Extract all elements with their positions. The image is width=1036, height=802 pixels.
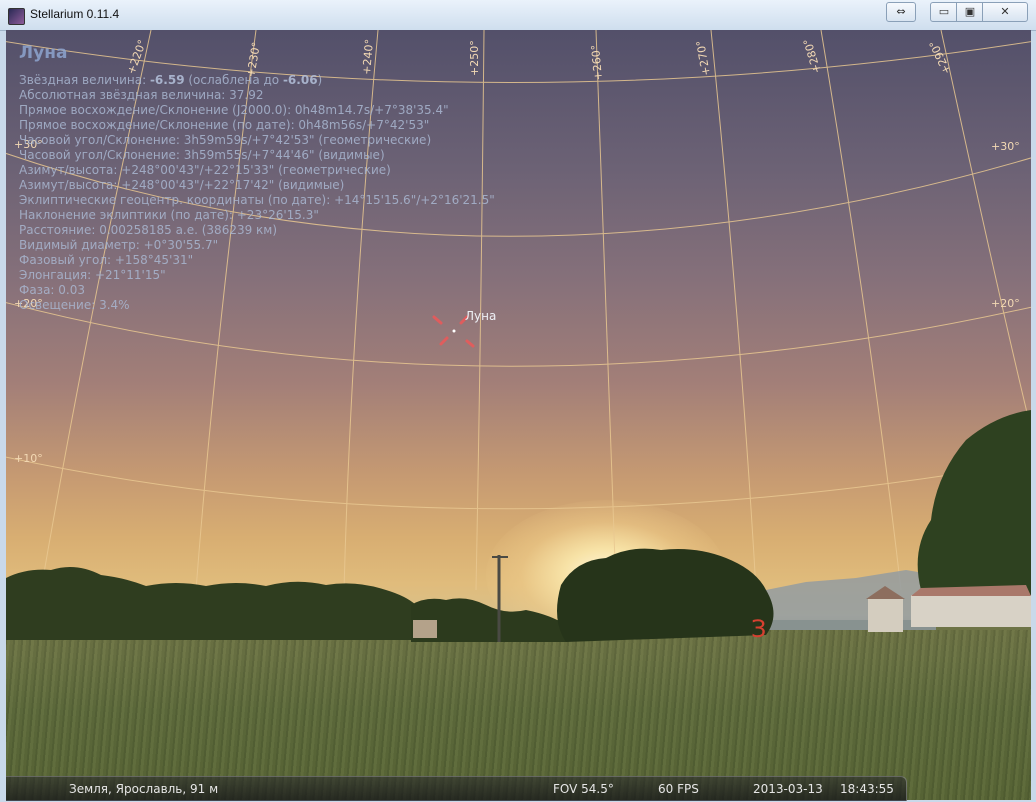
- status-bar[interactable]: Земля, Ярославль, 91 м FOV 54.5° 60 FPS …: [6, 776, 907, 801]
- left-treeline: [6, 566, 416, 640]
- info-line: Эклиптические геоцентр. координаты (по д…: [19, 193, 495, 207]
- central-tree: [557, 548, 774, 642]
- info-line: Прямое восхождение/Склонение (J2000.0): …: [19, 103, 449, 117]
- minimize-button[interactable]: ▭: [930, 2, 958, 22]
- info-line: Наклонение эклиптики (по дате): +23°26'1…: [19, 208, 319, 222]
- fov-text: FOV 54.5°: [553, 782, 614, 796]
- tower-building: [868, 598, 903, 632]
- info-line: Элонгация: +21°11'15": [19, 268, 166, 282]
- info-line: Фазовый угол: +158°45'31": [19, 253, 194, 267]
- stellarium-window: Stellarium 0.11.4 ⇔ ▭ ▣ ✕ +220° +230° +2…: [0, 0, 1036, 802]
- info-line: Расстояние: 0.00258185 а.е. (386239 км): [19, 223, 278, 237]
- fps-text: 60 FPS: [658, 782, 699, 796]
- magnitude-note-open: (ослаблена до: [188, 73, 280, 87]
- house-right: [911, 595, 1031, 627]
- time-text[interactable]: 18:43:55: [840, 782, 894, 796]
- maximize-button[interactable]: ▣: [956, 2, 984, 22]
- object-info-panel: Луна Звёздная величина: -6.59 (ослаблена…: [19, 43, 495, 313]
- info-line: Азимут/высота: +248°00'43"/+22°17'42" (в…: [19, 178, 345, 192]
- info-line: Абсолютная звёздная величина: 37.92: [19, 88, 264, 102]
- info-line: Прямое восхождение/Склонение (по дате): …: [19, 118, 430, 132]
- swap-icon[interactable]: ⇔: [886, 2, 916, 22]
- info-line: Часовой угол/Склонение: 3h59m59s/+7°42'5…: [19, 133, 432, 147]
- info-line: Видимый диаметр: +0°30'55.7": [19, 238, 219, 252]
- location-text[interactable]: Земля, Ярославль, 91 м: [69, 782, 218, 796]
- magnitude-dimmed: -6.06: [282, 73, 318, 87]
- magnitude-line: Звёздная величина: -6.59 (ослаблена до -…: [19, 73, 495, 88]
- window-title: Stellarium 0.11.4: [30, 7, 120, 21]
- cardinal-west-label: З: [751, 615, 767, 643]
- magnitude-value: -6.59: [149, 73, 185, 87]
- info-line: Освещение: 3.4%: [19, 298, 130, 312]
- magnitude-label: Звёздная величина:: [19, 73, 147, 87]
- distant-hills: [766, 570, 936, 630]
- stellarium-app-icon: [8, 8, 25, 25]
- info-line: Фаза: 0.03: [19, 283, 85, 297]
- info-line: Азимут/высота: +248°00'43"/+22°15'33" (г…: [19, 163, 391, 177]
- close-button[interactable]: ✕: [982, 2, 1028, 22]
- object-name: Луна: [19, 43, 68, 63]
- sky-view[interactable]: +220° +230° +240° +250° +260° +270° +280…: [6, 30, 1031, 800]
- info-line: Часовой угол/Склонение: 3h59m55s/+7°44'4…: [19, 148, 385, 162]
- magnitude-note-close: ): [317, 73, 323, 87]
- small-shed: [413, 620, 437, 638]
- title-bar[interactable]: Stellarium 0.11.4 ⇔ ▭ ▣ ✕: [0, 0, 1036, 31]
- date-text[interactable]: 2013-03-13: [753, 782, 823, 796]
